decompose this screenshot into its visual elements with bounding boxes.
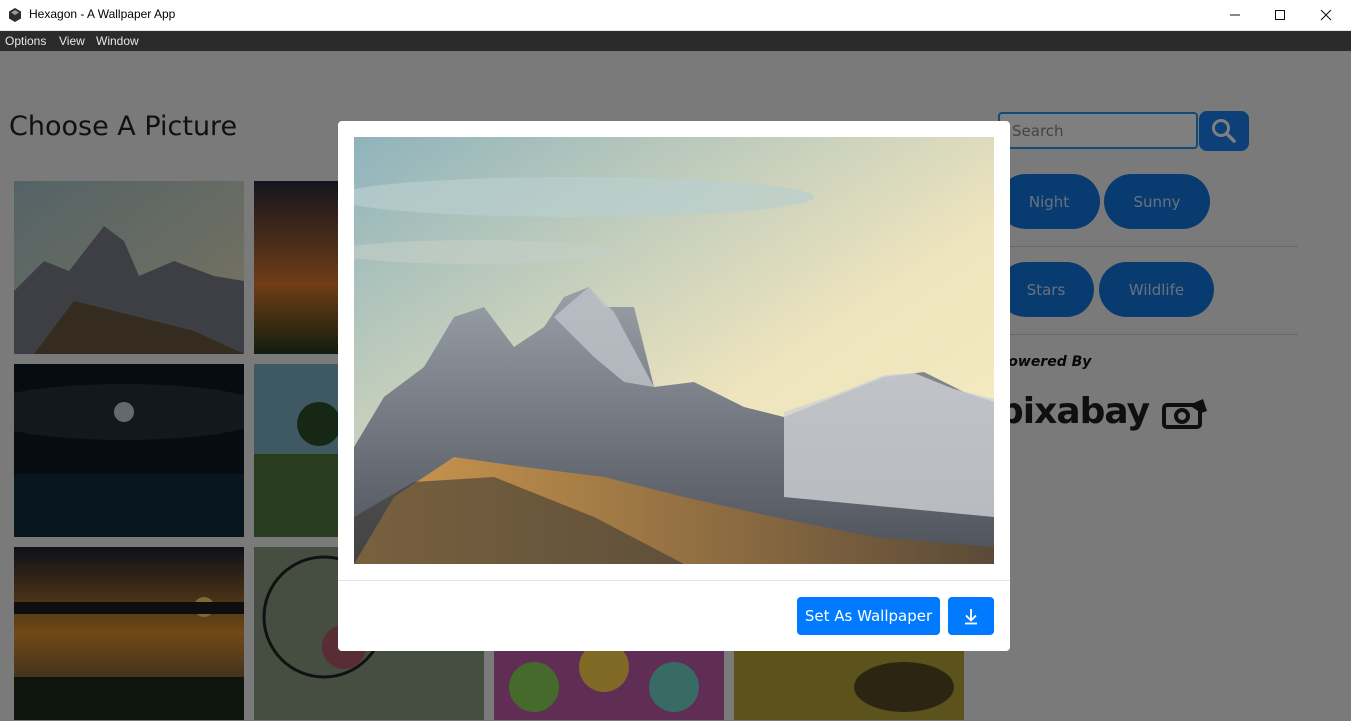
menu-options[interactable]: Options [5,34,46,48]
menu-window[interactable]: Window [96,34,139,48]
download-button[interactable] [948,597,994,635]
window-title: Hexagon - A Wallpaper App [29,7,176,21]
maximize-button[interactable] [1257,0,1303,30]
mountain-preview-image [354,137,994,564]
minimize-button[interactable] [1212,0,1258,30]
menu-view[interactable]: View [59,34,85,48]
hexagon-app-icon [9,8,21,22]
download-icon [965,609,977,625]
close-button[interactable] [1303,0,1349,30]
maximize-icon [1275,10,1285,20]
menu-bar: Options View Window [0,31,1351,51]
modal-footer: Set As Wallpaper [338,580,1010,652]
close-icon [1320,9,1332,21]
preview-image [354,137,994,564]
title-bar: Hexagon - A Wallpaper App [0,0,1351,31]
minimize-icon [1230,14,1240,16]
set-wallpaper-button[interactable]: Set As Wallpaper [797,597,940,635]
image-preview-modal: Set As Wallpaper [338,121,1010,651]
